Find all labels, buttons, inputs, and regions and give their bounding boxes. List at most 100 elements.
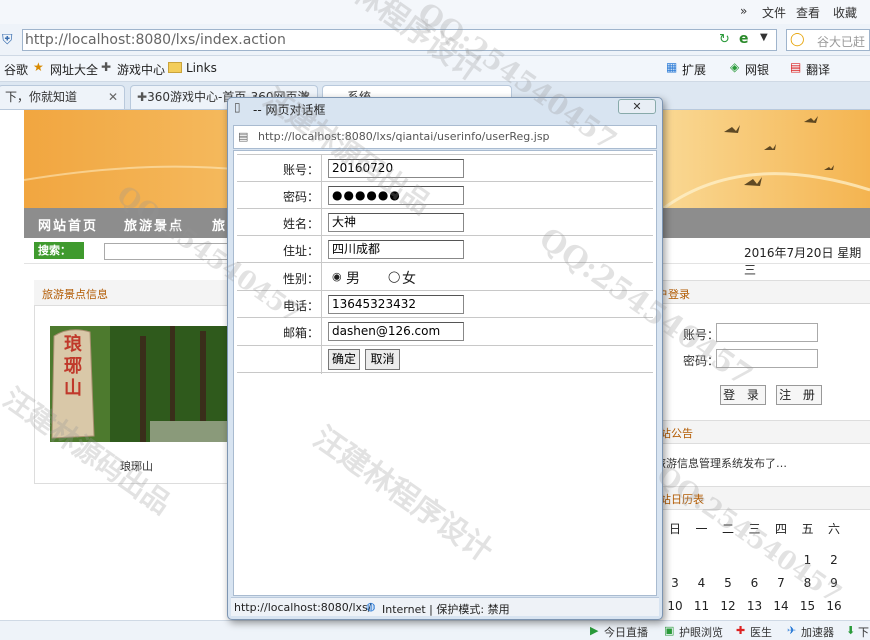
tool-translate[interactable]: 翻译 — [806, 61, 830, 78]
menu-favorites[interactable]: 收藏 — [833, 4, 857, 21]
gender-female-label[interactable]: 女 — [402, 268, 416, 288]
address-bar[interactable]: http://localhost:8080/lxs/index.action — [22, 29, 777, 51]
login-account-label: 账号： — [683, 328, 720, 342]
phone-input[interactable]: 13645323432 — [328, 295, 464, 314]
calendar-day[interactable]: 16 — [821, 599, 847, 613]
spot-name[interactable]: 琅琊山 — [120, 458, 153, 474]
form-row-phone: 电话： 13645323432 — [237, 290, 653, 318]
form-row-password: 密码： ●●●●●● — [237, 181, 653, 209]
address-input[interactable]: 四川成都 — [328, 240, 464, 259]
spot-sign-text: 琅琊山 — [64, 334, 82, 399]
login-password-input[interactable] — [716, 349, 818, 368]
name-input[interactable]: 大神 — [328, 213, 464, 232]
calendar-weekday: 一 — [695, 522, 708, 536]
fav-game-center[interactable]: 游戏中心 — [117, 61, 165, 78]
menu-file[interactable]: 文件 — [762, 4, 786, 21]
dialog-status-bar: http://localhost:8080/lxs/ ◍ Internet | … — [231, 597, 659, 616]
document-icon: ▯ — [234, 100, 241, 114]
login-account-input[interactable] — [716, 323, 818, 342]
email-input[interactable]: dashen@126.com — [328, 322, 464, 341]
password-input[interactable]: ●●●●●● — [328, 186, 464, 205]
menu-view[interactable]: 查看 — [796, 4, 820, 21]
address-label: 住址： — [282, 244, 319, 258]
status-download[interactable]: 下 — [858, 624, 869, 640]
calendar-day[interactable]: 3 — [662, 576, 688, 590]
account-label: 账号： — [282, 163, 319, 177]
calendar-day[interactable]: 4 — [689, 576, 715, 590]
login-button[interactable]: 登 录 — [720, 385, 766, 405]
calendar-day[interactable]: 8 — [795, 576, 821, 590]
refresh-icon[interactable]: ↻ — [719, 32, 730, 47]
form-row-email: 邮箱： dashen@126.com — [237, 317, 653, 346]
form-row-address: 住址： 四川成都 — [237, 235, 653, 263]
calendar-day[interactable]: 10 — [662, 599, 688, 613]
calendar-day[interactable]: 11 — [689, 599, 715, 613]
search-box[interactable]: ◯ 谷大已赶 — [786, 29, 870, 51]
nav-attractions[interactable]: 旅游景点 — [124, 215, 184, 234]
phone-label: 电话： — [282, 299, 319, 313]
close-icon[interactable]: ✕ — [108, 86, 118, 108]
fav-links[interactable]: Links — [186, 61, 217, 75]
dialog-close-button[interactable]: ✕ — [618, 99, 656, 114]
address-url: http://localhost:8080/lxs/index.action — [25, 32, 286, 48]
name-label: 姓名： — [282, 217, 319, 231]
calendar-day[interactable]: 2 — [821, 553, 847, 567]
calendar-day[interactable]: 15 — [795, 599, 821, 613]
gender-female-radio[interactable]: ◯ — [388, 270, 400, 283]
nav-home[interactable]: 网站首页 — [38, 215, 98, 234]
fav-site-directory[interactable]: 网址大全 — [50, 61, 98, 78]
gamepad-icon: ✚ — [101, 60, 112, 74]
attractions-title: 旅游景点信息 — [42, 288, 108, 301]
calendar-day[interactable]: 7 — [768, 576, 794, 590]
email-label: 邮箱： — [282, 326, 319, 340]
dialog-status-zone: Internet | 保护模式: 禁用 — [382, 603, 510, 616]
nav-more[interactable]: 旅 — [212, 215, 227, 234]
calendar-day[interactable]: 5 — [715, 576, 741, 590]
fav-google[interactable]: 谷歌 — [4, 61, 28, 78]
status-eye-care[interactable]: 护眼浏览 — [679, 624, 723, 640]
tool-extensions[interactable]: 扩展 — [682, 61, 706, 78]
search-engine-icon: ◯ — [790, 32, 805, 47]
browser-engine-icon[interactable]: e — [739, 31, 749, 47]
calendar-weekday: 四 — [774, 522, 787, 536]
dialog-url: http://localhost:8080/lxs/qiantai/userin… — [258, 130, 550, 143]
star-icon: ★ — [33, 60, 44, 74]
calendar-weekday: 六 — [827, 522, 840, 536]
notice-title: 站公告 — [660, 427, 693, 440]
gender-male-label[interactable]: 男 — [346, 268, 360, 288]
calendar-day[interactable]: 12 — [715, 599, 741, 613]
browser-status-bar: ▶ 今日直播 ▣ 护眼浏览 ✚ 医生 ✈ 加速器 ⬇ 下 — [0, 620, 870, 640]
current-date: 2016年7月20日 星期三 — [744, 246, 862, 277]
dialog-address-bar: ▤ http://localhost:8080/lxs/qiantai/user… — [233, 125, 657, 149]
status-accelerator[interactable]: 加速器 — [801, 624, 834, 640]
status-doctor[interactable]: 医生 — [750, 624, 772, 640]
notice-item[interactable]: 旅游信息管理系统发布了… — [655, 455, 787, 471]
calendar-day[interactable]: 13 — [742, 599, 768, 613]
register-button[interactable]: 注 册 — [776, 385, 822, 405]
download-icon: ⬇ — [846, 624, 856, 637]
tool-banking[interactable]: 网银 — [745, 61, 769, 78]
search-placeholder: 谷大已赶 — [817, 35, 866, 49]
password-label: 密码： — [282, 190, 319, 204]
bank-icon: ◈ — [730, 60, 740, 74]
spot-image[interactable]: 琅琊山 — [50, 326, 228, 442]
account-input[interactable]: 20160720 — [328, 159, 464, 178]
play-icon: ▶ — [590, 624, 599, 637]
chevron-down-icon[interactable]: ▼ — [760, 32, 768, 43]
translate-icon: ▤ — [790, 60, 802, 74]
calendar-weekday: 五 — [801, 522, 814, 536]
calendar-day[interactable]: 9 — [821, 576, 847, 590]
status-live[interactable]: 今日直播 — [604, 624, 648, 640]
calendar-day[interactable]: 1 — [795, 553, 821, 567]
gender-male-radio[interactable]: ◉ — [332, 270, 342, 283]
eye-icon: ▣ — [664, 624, 675, 637]
menu-overflow-icon[interactable]: » — [740, 4, 747, 18]
tab-1[interactable]: 下，你就知道 ✕ — [0, 85, 125, 109]
confirm-button[interactable]: 确定 — [328, 349, 360, 370]
form-row-gender: 性别： ◉ 男 ◯ 女 — [237, 262, 653, 291]
calendar-day[interactable]: 14 — [768, 599, 794, 613]
site-search-input[interactable] — [104, 243, 228, 260]
calendar-day[interactable]: 6 — [742, 576, 768, 590]
cancel-button[interactable]: 取消 — [365, 349, 400, 370]
accelerator-icon: ✈ — [787, 624, 797, 637]
